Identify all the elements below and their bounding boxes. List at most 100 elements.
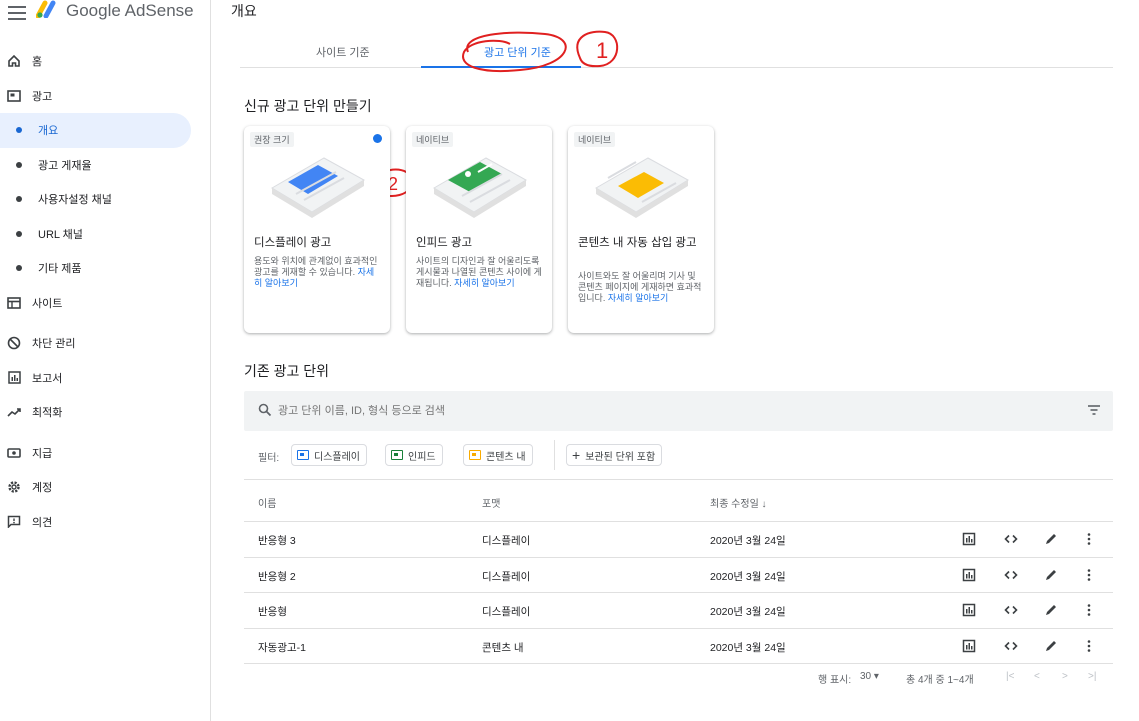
more-vert-icon[interactable] (1082, 603, 1096, 617)
tab-by-site[interactable]: 사이트 기준 (316, 44, 370, 60)
filter-chip-display[interactable]: 디스플레이 (291, 444, 367, 466)
edit-icon[interactable] (1044, 568, 1058, 582)
card-description: 사이트와도 잘 어울리며 기사 및 콘텐츠 페이지에 게재하면 효과적입니다. … (578, 271, 702, 303)
sidebar-divider (210, 0, 211, 721)
row-format: 콘텐츠 내 (482, 641, 524, 654)
ads-icon (6, 88, 22, 104)
prev-page-icon[interactable]: < (1034, 671, 1040, 682)
filter-bar: 필터: 디스플레이 인피드 콘텐츠 내 + 보관된 단위 포함 (244, 440, 1113, 470)
edit-icon[interactable] (1044, 603, 1058, 617)
sidebar-item-other-products[interactable]: 기타 제품 (0, 251, 210, 286)
top-bar: Google AdSense 개요 (0, 0, 1139, 36)
sidebar-item-overview[interactable]: 개요 (0, 113, 191, 148)
card-in-article-ad[interactable]: 네이티브 콘텐츠 내 자동 삽입 광고 사이트와도 잘 어울리며 기사 및 콘텐… (568, 126, 714, 333)
sidebar-item-blocking[interactable]: 차단 관리 (0, 326, 210, 361)
sidebar-item-label: 광고 (32, 90, 53, 103)
menu-icon[interactable] (8, 6, 26, 20)
next-page-icon[interactable]: > (1062, 671, 1068, 682)
first-page-icon[interactable]: |< (1006, 671, 1014, 682)
sidebar-item-label: 계정 (32, 482, 53, 495)
block-icon (6, 335, 22, 351)
table-row[interactable]: 자동광고-1 콘텐츠 내 2020년 3월 24일 (244, 629, 1113, 664)
rows-per-page-label: 행 표시: (818, 675, 852, 686)
card-tag: 네이티브 (574, 132, 616, 147)
gear-icon (6, 479, 22, 495)
code-icon[interactable] (1004, 603, 1018, 617)
chip-label: 콘텐츠 내 (486, 451, 526, 463)
column-header-modified[interactable]: 최종 수정일 ↓ (710, 495, 767, 510)
sidebar-item-ads[interactable]: 광고 (0, 79, 210, 114)
filter-list-icon[interactable] (1087, 404, 1101, 416)
sidebar-item-optimization[interactable]: 최적화 (0, 395, 210, 430)
bullet-icon (16, 161, 22, 168)
existing-ad-units-heading: 기존 광고 단위 (244, 363, 330, 379)
sidebar-item-home[interactable]: 홈 (0, 44, 210, 79)
table-row[interactable]: 반응형 3 디스플레이 2020년 3월 24일 (244, 522, 1113, 558)
include-archived-button[interactable]: + 보관된 단위 포함 (566, 444, 663, 466)
row-format: 디스플레이 (482, 570, 531, 583)
card-description: 용도와 위치에 관계없이 효과적인 광고를 게재할 수 있습니다. 자세히 알아… (254, 256, 378, 288)
in-article-format-icon (469, 450, 481, 460)
edit-icon[interactable] (1044, 532, 1058, 546)
row-modified: 2020년 3월 24일 (710, 606, 786, 618)
sidebar-item-feedback[interactable]: 의견 (0, 505, 210, 540)
search-input[interactable] (278, 401, 978, 421)
more-vert-icon[interactable] (1082, 532, 1096, 546)
learn-more-link[interactable]: 자세히 알아보기 (454, 278, 514, 288)
active-tab-indicator (421, 66, 581, 68)
bullet-icon (16, 230, 22, 237)
view-tabs: 사이트 기준 광고 단위 기준 (240, 36, 1113, 68)
brand-name: Google AdSense (66, 1, 194, 20)
sidebar-item-label: URL 채널 (38, 228, 83, 241)
sidebar-item-sites[interactable]: 사이트 (0, 286, 210, 321)
home-icon (6, 53, 22, 69)
last-page-icon[interactable]: >| (1088, 671, 1096, 682)
more-vert-icon[interactable] (1082, 568, 1096, 582)
sidebar-item-custom-channels[interactable]: 사용자설정 채널 (0, 182, 210, 217)
sidebar-item-label: 차단 관리 (32, 338, 76, 351)
search-bar (244, 391, 1113, 431)
sidebar-item-ad-balance[interactable]: 광고 게재율 (0, 148, 210, 183)
sidebar-item-account[interactable]: 계정 (0, 470, 210, 505)
chip-label: 인피드 (408, 451, 436, 463)
column-header-name[interactable]: 이름 (258, 495, 276, 510)
report-icon[interactable] (962, 639, 976, 653)
table-row[interactable]: 반응형 2 디스플레이 2020년 3월 24일 (244, 558, 1113, 593)
code-icon[interactable] (1004, 639, 1018, 653)
plus-icon: + (572, 447, 581, 463)
table-row[interactable]: 반응형 디스플레이 2020년 3월 24일 (244, 593, 1113, 629)
pagination-bar: 행 표시: 30 ▾ 총 4개 중 1~4개 |< < > >| (244, 671, 1113, 687)
sidebar-item-label: 최적화 (32, 407, 63, 420)
edit-icon[interactable] (1044, 639, 1058, 653)
sidebar-item-reports[interactable]: 보고서 (0, 361, 210, 396)
learn-more-link[interactable]: 자세히 알아보기 (608, 293, 668, 303)
code-icon[interactable] (1004, 532, 1018, 546)
row-name: 반응형 3 (258, 535, 296, 547)
sidebar-item-label: 사이트 (32, 297, 63, 310)
table-header: 이름 포맷 최종 수정일 ↓ (244, 480, 1113, 522)
display-ad-illustration-icon (271, 157, 365, 218)
sidebar: 홈 광고 개요 광고 게재율 사용자설정 채널 URL 채널 기타 제품 사이트… (0, 44, 210, 539)
code-icon[interactable] (1004, 568, 1018, 582)
report-icon[interactable] (962, 568, 976, 582)
row-modified: 2020년 3월 24일 (710, 535, 786, 547)
sidebar-item-payments[interactable]: 지급 (0, 436, 210, 471)
tab-by-ad-unit[interactable]: 광고 단위 기준 (484, 44, 551, 60)
bullet-icon (16, 127, 22, 134)
pagination-range: 총 4개 중 1~4개 (906, 675, 974, 686)
payment-icon (6, 445, 22, 461)
column-header-format[interactable]: 포맷 (482, 495, 500, 510)
sidebar-item-url-channels[interactable]: URL 채널 (0, 217, 210, 252)
filter-chip-infeed[interactable]: 인피드 (385, 444, 443, 466)
row-modified: 2020년 3월 24일 (710, 641, 786, 654)
report-icon[interactable] (962, 603, 976, 617)
report-icon[interactable] (962, 532, 976, 546)
card-display-ad[interactable]: 권장 크기 디스플레이 광고 용도와 위치에 관계없이 효과적인 광고를 게재할… (244, 126, 390, 333)
filter-chip-in-article[interactable]: 콘텐츠 내 (463, 444, 533, 466)
row-name: 반응형 (258, 606, 287, 618)
page-title: 개요 (231, 3, 257, 19)
card-title: 인피드 광고 (416, 237, 473, 249)
rows-per-page-select[interactable]: 30 ▾ (860, 671, 879, 682)
more-vert-icon[interactable] (1082, 639, 1096, 653)
card-infeed-ad[interactable]: 네이티브 인피드 광고 사이트의 디자인과 잘 어울리도록 게시물과 나열된 콘… (406, 126, 552, 333)
